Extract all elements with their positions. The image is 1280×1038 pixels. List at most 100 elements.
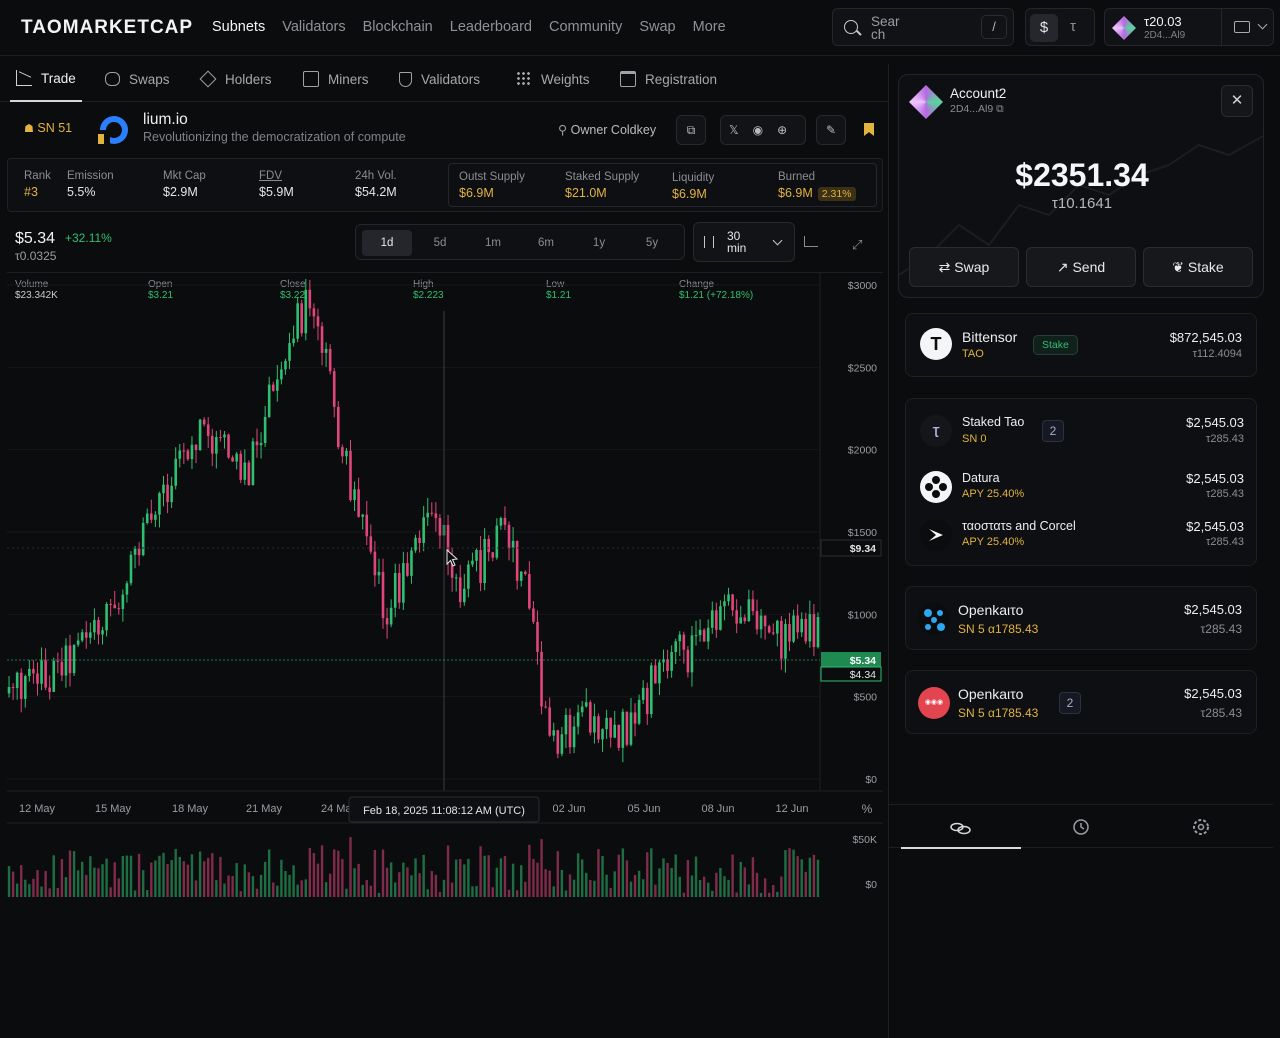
candle-body	[113, 604, 117, 609]
alpha-card-2[interactable]: ◉◉◉ Openkaιτo SN 5 α1785.43 2 $2,545.03 …	[905, 670, 1257, 734]
globe-icon[interactable]: ⊕	[777, 123, 801, 137]
tab-swaps[interactable]: Swaps	[104, 56, 170, 102]
swap-label: Swap	[954, 259, 990, 275]
second-price-label: $4.34	[850, 669, 876, 681]
swap-button[interactable]: ⇄ Swap	[909, 247, 1019, 287]
validator-row-datura[interactable]: Datura APY 25.40% $2,545.03 τ285.43	[906, 463, 1258, 511]
candle-body	[609, 717, 612, 738]
candle-body	[72, 644, 76, 674]
github-icon[interactable]: ◉	[753, 123, 777, 137]
datura-icon	[920, 471, 952, 503]
range-5y[interactable]: 5y	[627, 230, 677, 256]
stake-button[interactable]: ❦ Stake	[1143, 247, 1253, 287]
volume-bar	[719, 867, 722, 897]
tab-portfolio[interactable]	[901, 805, 1021, 849]
nav-blockchain[interactable]: Blockchain	[363, 19, 433, 35]
owner-coldkey-link[interactable]: ⚲ Owner Coldkey	[558, 122, 656, 137]
range-1y[interactable]: 1y	[574, 230, 624, 256]
wallet-icon[interactable]	[1234, 21, 1250, 33]
usd-toggle[interactable]: $	[1030, 14, 1058, 42]
range-5d[interactable]: 5d	[415, 230, 465, 256]
candle-body	[64, 645, 68, 676]
volume-bar	[641, 879, 645, 897]
bittensor-card[interactable]: Τ Bittensor TAO Stake $872,545.03 τ112.4…	[905, 313, 1257, 377]
candle-body	[235, 453, 238, 462]
tao-toggle[interactable]: τ	[1070, 18, 1076, 35]
currency-toggle: $ τ	[1025, 8, 1095, 46]
staked-tao-row[interactable]: τ Staked Tao SN 0 2 $2,545.03 τ285.43	[906, 407, 1258, 455]
nav-leaderboard[interactable]: Leaderboard	[450, 19, 532, 35]
candle-body	[141, 522, 145, 556]
range-1d[interactable]: 1d	[362, 230, 412, 256]
close-icon[interactable]: ✕	[1221, 85, 1253, 117]
candle-body	[784, 623, 787, 659]
x-tick-label: 08 Jun	[701, 803, 734, 815]
tab-trade[interactable]: Trade	[10, 56, 82, 102]
candle-body	[463, 588, 466, 603]
candle-body	[125, 583, 129, 595]
tab-miners[interactable]: Miners	[303, 56, 369, 102]
nav-validators[interactable]: Validators	[282, 19, 345, 35]
tab-validators[interactable]: Validators	[399, 56, 480, 102]
subnet-description: Revolutionizing the democratization of c…	[143, 130, 406, 144]
bookmark-icon[interactable]	[864, 123, 874, 136]
tab-holders[interactable]: Holders	[199, 56, 272, 102]
validator-row-taostats[interactable]: ταοστατs and Corcel APY 25.40% $2,545.03…	[906, 511, 1258, 559]
candle-body	[97, 619, 100, 635]
nav-swap[interactable]: Swap	[639, 19, 675, 35]
volume-bar	[121, 855, 125, 897]
history-icon	[1073, 819, 1089, 835]
expand-icon[interactable]: ⤢	[852, 238, 864, 251]
range-1m[interactable]: 1m	[468, 230, 518, 256]
search-box[interactable]: Search /	[832, 8, 1014, 46]
stat-label: Outst Supply	[459, 171, 525, 183]
alpha-card-1[interactable]: Openkaιτo SN 5 α1785.43 $2,545.03 τ285.4…	[905, 586, 1257, 650]
chevron-down-icon[interactable]	[1257, 19, 1268, 30]
volume-bar	[475, 886, 478, 897]
account-address[interactable]: 2D4...Al9 ⧉	[950, 103, 1004, 116]
price-chart[interactable]: Volume $23.342K Open $3.21 Close $3.22 High…	[7, 272, 883, 897]
tab-weights[interactable]: Weights	[516, 56, 590, 102]
send-button[interactable]: ↗ Send	[1026, 247, 1136, 287]
send-label: Send	[1072, 259, 1106, 275]
volume-bar	[296, 884, 299, 897]
brand-logo[interactable]: TAOMARKETCAP	[21, 17, 193, 39]
nav-subnets[interactable]: Subnets	[212, 19, 265, 35]
line-chart-icon[interactable]	[804, 236, 818, 247]
volume-bar	[800, 859, 803, 897]
volume-bar	[369, 885, 373, 897]
alpha-tao: τ285.43	[1200, 706, 1242, 720]
search-placeholder[interactable]: Search	[871, 15, 901, 42]
volume-bar	[552, 886, 555, 897]
nav-more[interactable]: More	[693, 19, 726, 35]
stat-emission: Emission 5.5%	[67, 170, 114, 199]
range-6m[interactable]: 6m	[521, 230, 571, 256]
x-icon[interactable]: 𝕏	[729, 123, 753, 137]
volume-tick-label: $0	[865, 879, 877, 891]
candle-body	[243, 462, 247, 480]
range-selector: 1d 5d 1m 6m 1y 5y	[355, 224, 685, 260]
volume-bar	[442, 879, 446, 897]
stat-label[interactable]: FDV	[259, 170, 294, 182]
volume-bar	[430, 871, 433, 897]
interval-dropdown[interactable]: 30 min	[693, 222, 795, 262]
candle-body	[23, 676, 27, 699]
copy-icon[interactable]: ⧉	[676, 115, 706, 145]
wallet-avatar	[1112, 16, 1136, 40]
wallet-button[interactable]: τ20.03 2D4...Al9	[1104, 8, 1274, 46]
tab-settings[interactable]	[1141, 805, 1261, 849]
nav-community[interactable]: Community	[549, 19, 622, 35]
volume-bar	[243, 864, 247, 897]
volume-bar	[284, 871, 287, 897]
candle-body	[715, 610, 718, 630]
tab-history[interactable]	[1021, 805, 1141, 849]
tab-registration[interactable]: Registration	[620, 56, 717, 102]
candle-body	[686, 649, 690, 673]
percent-toggle[interactable]: %	[862, 802, 873, 816]
candle-body	[332, 371, 336, 407]
stake-pill[interactable]: Stake	[1033, 335, 1078, 355]
copy-icon[interactable]: ⧉	[996, 103, 1004, 115]
subnet-logo-icon	[98, 116, 128, 144]
edit-icon[interactable]: ✎	[816, 115, 846, 145]
chart-canvas[interactable]: $3000 $2500 $2000 $1500 $1000 $500 $0 $9.34 $5.3…	[7, 273, 883, 897]
